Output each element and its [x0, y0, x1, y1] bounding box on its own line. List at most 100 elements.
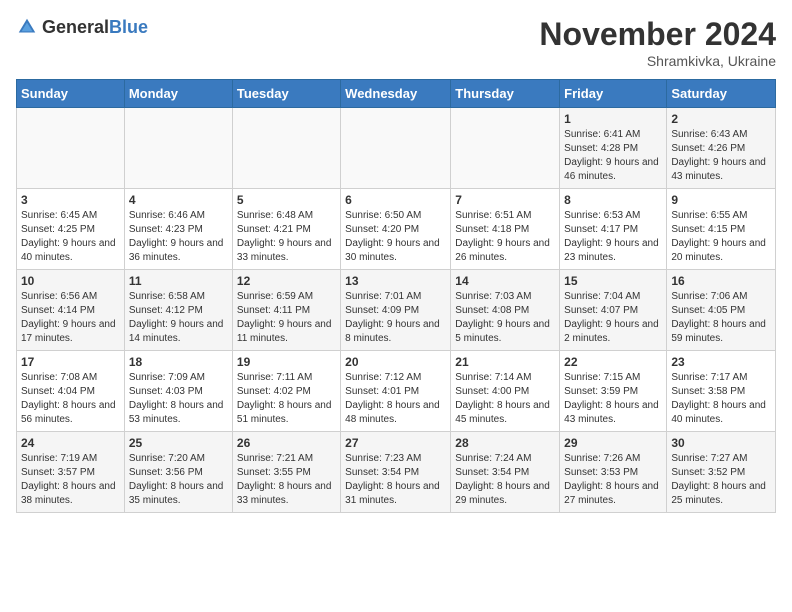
- calendar-cell: 15 Sunrise: 7:04 AM Sunset: 4:07 PM Dayli…: [560, 270, 667, 351]
- day-number: 4: [129, 193, 228, 207]
- day-number: 7: [455, 193, 555, 207]
- day-info: Sunrise: 6:51 AM Sunset: 4:18 PM Dayligh…: [455, 209, 555, 265]
- logo: GeneralBlue: [16, 16, 148, 38]
- calendar-cell: 30 Sunrise: 7:27 AM Sunset: 3:52 PM Dayli…: [667, 432, 776, 513]
- calendar-week-row: 24 Sunrise: 7:19 AM Sunset: 3:57 PM Dayli…: [17, 432, 776, 513]
- calendar-cell: 4 Sunrise: 6:46 AM Sunset: 4:23 PM Daylig…: [124, 189, 232, 270]
- day-info: Sunrise: 7:01 AM Sunset: 4:09 PM Dayligh…: [345, 290, 446, 346]
- day-number: 14: [455, 274, 555, 288]
- day-number: 12: [237, 274, 336, 288]
- day-number: 8: [564, 193, 662, 207]
- day-number: 3: [21, 193, 120, 207]
- day-number: 15: [564, 274, 662, 288]
- day-of-week-header: Tuesday: [232, 80, 340, 108]
- month-title: November 2024: [539, 16, 776, 53]
- calendar-cell: 16 Sunrise: 7:06 AM Sunset: 4:05 PM Dayli…: [667, 270, 776, 351]
- day-info: Sunrise: 7:19 AM Sunset: 3:57 PM Dayligh…: [21, 452, 120, 508]
- calendar-cell: 20Sunrise: 7:12 AM Sunset: 4:01 PM Dayli…: [341, 351, 451, 432]
- calendar-cell: 8 Sunrise: 6:53 AM Sunset: 4:17 PM Daylig…: [560, 189, 667, 270]
- calendar-cell: 7 Sunrise: 6:51 AM Sunset: 4:18 PM Daylig…: [451, 189, 560, 270]
- day-info: Sunrise: 7:24 AM Sunset: 3:54 PM Dayligh…: [455, 452, 555, 508]
- day-number: 23: [671, 355, 771, 369]
- day-number: 25: [129, 436, 228, 450]
- day-number: 27: [345, 436, 446, 450]
- calendar-cell: 11 Sunrise: 6:58 AM Sunset: 4:12 PM Dayli…: [124, 270, 232, 351]
- day-number: 6: [345, 193, 446, 207]
- day-info: Sunrise: 7:26 AM Sunset: 3:53 PM Dayligh…: [564, 452, 662, 508]
- calendar-table: SundayMondayTuesdayWednesdayThursdayFrid…: [16, 79, 776, 513]
- day-number: 19: [237, 355, 336, 369]
- day-number: 2: [671, 112, 771, 126]
- day-info: Sunrise: 6:58 AM Sunset: 4:12 PM Dayligh…: [129, 290, 228, 346]
- calendar-cell: 2 Sunrise: 6:43 AM Sunset: 4:26 PM Daylig…: [667, 108, 776, 189]
- day-of-week-header: Thursday: [451, 80, 560, 108]
- day-number: 22: [564, 355, 662, 369]
- calendar-cell: 9 Sunrise: 6:55 AM Sunset: 4:15 PM Daylig…: [667, 189, 776, 270]
- day-number: 17: [21, 355, 120, 369]
- calendar-cell: 27 Sunrise: 7:23 AM Sunset: 3:54 PM Dayli…: [341, 432, 451, 513]
- calendar-cell: 19 Sunrise: 7:11 AM Sunset: 4:02 PM Dayli…: [232, 351, 340, 432]
- calendar-cell: 17 Sunrise: 7:08 AM Sunset: 4:04 PM Dayli…: [17, 351, 125, 432]
- title-block: November 2024 Shramkivka, Ukraine: [539, 16, 776, 69]
- calendar-cell: 13Sunrise: 7:01 AM Sunset: 4:09 PM Dayli…: [341, 270, 451, 351]
- calendar-cell: [17, 108, 125, 189]
- day-info: Sunrise: 6:45 AM Sunset: 4:25 PM Dayligh…: [21, 209, 120, 265]
- day-info: Sunrise: 7:23 AM Sunset: 3:54 PM Dayligh…: [345, 452, 446, 508]
- day-info: Sunrise: 7:03 AM Sunset: 4:08 PM Dayligh…: [455, 290, 555, 346]
- day-info: Sunrise: 7:21 AM Sunset: 3:55 PM Dayligh…: [237, 452, 336, 508]
- calendar-week-row: 1 Sunrise: 6:41 AM Sunset: 4:28 PM Daylig…: [17, 108, 776, 189]
- day-of-week-header: Friday: [560, 80, 667, 108]
- day-info: Sunrise: 6:56 AM Sunset: 4:14 PM Dayligh…: [21, 290, 120, 346]
- day-number: 10: [21, 274, 120, 288]
- calendar-header-row: SundayMondayTuesdayWednesdayThursdayFrid…: [17, 80, 776, 108]
- day-number: 29: [564, 436, 662, 450]
- day-info: Sunrise: 7:08 AM Sunset: 4:04 PM Dayligh…: [21, 371, 120, 427]
- calendar-cell: [341, 108, 451, 189]
- calendar-cell: 24 Sunrise: 7:19 AM Sunset: 3:57 PM Dayli…: [17, 432, 125, 513]
- calendar-cell: [124, 108, 232, 189]
- calendar-week-row: 3 Sunrise: 6:45 AM Sunset: 4:25 PM Daylig…: [17, 189, 776, 270]
- calendar-cell: [232, 108, 340, 189]
- page-header: GeneralBlue November 2024 Shramkivka, Uk…: [16, 16, 776, 69]
- day-number: 1: [564, 112, 662, 126]
- calendar-cell: 22 Sunrise: 7:15 AM Sunset: 3:59 PM Dayli…: [560, 351, 667, 432]
- day-number: 5: [237, 193, 336, 207]
- day-info: Sunrise: 6:55 AM Sunset: 4:15 PM Dayligh…: [671, 209, 771, 265]
- day-info: Sunrise: 6:46 AM Sunset: 4:23 PM Dayligh…: [129, 209, 228, 265]
- day-of-week-header: Wednesday: [341, 80, 451, 108]
- day-number: 26: [237, 436, 336, 450]
- day-info: Sunrise: 7:04 AM Sunset: 4:07 PM Dayligh…: [564, 290, 662, 346]
- day-info: Sunrise: 7:06 AM Sunset: 4:05 PM Dayligh…: [671, 290, 771, 346]
- day-info: Sunrise: 6:43 AM Sunset: 4:26 PM Dayligh…: [671, 128, 771, 184]
- day-number: 28: [455, 436, 555, 450]
- day-info: Sunrise: 7:20 AM Sunset: 3:56 PM Dayligh…: [129, 452, 228, 508]
- day-info: Sunrise: 7:27 AM Sunset: 3:52 PM Dayligh…: [671, 452, 771, 508]
- logo-icon: [16, 16, 38, 38]
- day-number: 11: [129, 274, 228, 288]
- calendar-cell: 23 Sunrise: 7:17 AM Sunset: 3:58 PM Dayli…: [667, 351, 776, 432]
- day-info: Sunrise: 7:09 AM Sunset: 4:03 PM Dayligh…: [129, 371, 228, 427]
- calendar-cell: 26 Sunrise: 7:21 AM Sunset: 3:55 PM Dayli…: [232, 432, 340, 513]
- day-info: Sunrise: 7:14 AM Sunset: 4:00 PM Dayligh…: [455, 371, 555, 427]
- calendar-cell: 6 Sunrise: 6:50 AM Sunset: 4:20 PM Daylig…: [341, 189, 451, 270]
- calendar-cell: 10 Sunrise: 6:56 AM Sunset: 4:14 PM Dayli…: [17, 270, 125, 351]
- day-number: 24: [21, 436, 120, 450]
- day-info: Sunrise: 7:15 AM Sunset: 3:59 PM Dayligh…: [564, 371, 662, 427]
- calendar-cell: 3 Sunrise: 6:45 AM Sunset: 4:25 PM Daylig…: [17, 189, 125, 270]
- calendar-cell: 14 Sunrise: 7:03 AM Sunset: 4:08 PM Dayli…: [451, 270, 560, 351]
- day-number: 30: [671, 436, 771, 450]
- calendar-cell: 28 Sunrise: 7:24 AM Sunset: 3:54 PM Dayli…: [451, 432, 560, 513]
- day-number: 9: [671, 193, 771, 207]
- day-info: Sunrise: 6:41 AM Sunset: 4:28 PM Dayligh…: [564, 128, 662, 184]
- calendar-cell: 25 Sunrise: 7:20 AM Sunset: 3:56 PM Dayli…: [124, 432, 232, 513]
- day-info: Sunrise: 6:50 AM Sunset: 4:20 PM Dayligh…: [345, 209, 446, 265]
- day-number: 16: [671, 274, 771, 288]
- calendar-cell: [451, 108, 560, 189]
- day-info: Sunrise: 6:48 AM Sunset: 4:21 PM Dayligh…: [237, 209, 336, 265]
- day-number: 18: [129, 355, 228, 369]
- calendar-cell: 5 Sunrise: 6:48 AM Sunset: 4:21 PM Daylig…: [232, 189, 340, 270]
- day-info: Sunrise: 7:17 AM Sunset: 3:58 PM Dayligh…: [671, 371, 771, 427]
- day-info: Sunrise: 7:11 AM Sunset: 4:02 PM Dayligh…: [237, 371, 336, 427]
- day-number: 21: [455, 355, 555, 369]
- day-info: Sunrise: 6:53 AM Sunset: 4:17 PM Dayligh…: [564, 209, 662, 265]
